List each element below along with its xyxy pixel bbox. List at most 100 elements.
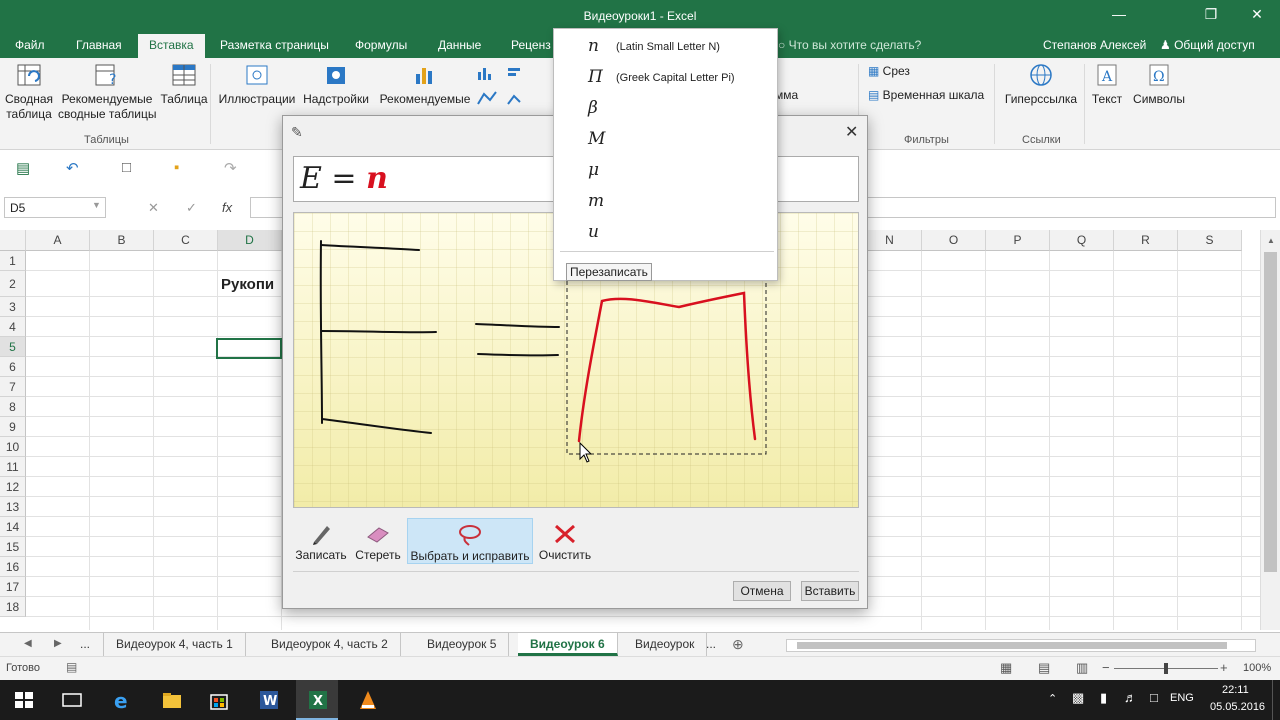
cancel-button[interactable]: Отмена — [733, 581, 791, 601]
slicer-button[interactable]: ▦ Срез — [868, 64, 910, 78]
row-header[interactable]: 13 — [0, 497, 26, 517]
row-header[interactable]: 9 — [0, 417, 26, 437]
sheet-overflow-left[interactable]: ... — [68, 633, 102, 656]
column-header[interactable]: S — [1178, 230, 1242, 251]
hyperlink-button[interactable]: Гиперссылка — [1002, 58, 1080, 107]
column-header[interactable]: D — [218, 230, 282, 251]
word-icon[interactable]: W — [257, 688, 281, 712]
tab-insert[interactable]: Вставка — [138, 34, 205, 58]
cancel-formula-icon[interactable]: ✕ — [148, 200, 159, 216]
select-correct-tool-button[interactable]: Выбрать и исправить — [407, 518, 533, 564]
language-indicator[interactable]: ENG — [1170, 692, 1194, 704]
next-sheet-icon[interactable]: ▶ — [54, 638, 62, 649]
addins-button[interactable]: Надстройки — [300, 58, 372, 107]
tab-formulas[interactable]: Формулы — [355, 38, 407, 52]
page-break-view-icon[interactable]: ▥ — [1076, 660, 1088, 676]
ink-letter-selected[interactable] — [577, 291, 757, 443]
column-header[interactable]: A — [26, 230, 90, 251]
rewrite-button[interactable]: Перезаписать — [566, 263, 652, 281]
prev-sheet-icon[interactable]: ◀ — [24, 638, 32, 649]
fx-button[interactable]: fx — [222, 200, 232, 215]
insert-button[interactable]: Вставить — [801, 581, 859, 601]
macro-record-icon[interactable]: ▤ — [66, 660, 77, 674]
row-header[interactable]: 10 — [0, 437, 26, 457]
chart-types-icons[interactable] — [476, 64, 556, 116]
clock-time[interactable]: 22:11 — [1222, 684, 1249, 696]
candidate-item[interactable]: m — [554, 184, 779, 215]
sheet-tab[interactable]: Видеоурок 4, часть 1 — [103, 633, 246, 656]
tab-home[interactable]: Главная — [76, 38, 122, 52]
row-header[interactable]: 18 — [0, 597, 26, 617]
horizontal-scrollbar[interactable] — [786, 639, 1256, 652]
recommended-pivot-button[interactable]: ? Рекомендуемые сводные таблицы — [58, 58, 156, 122]
name-box[interactable]: D5 — [4, 197, 106, 218]
clock-date[interactable]: 05.05.2016 — [1210, 701, 1265, 713]
network-icon[interactable]: ▩ — [1072, 690, 1084, 706]
redo-icon[interactable]: ↷ — [224, 159, 237, 177]
symbols-button[interactable]: Ω Символы — [1130, 58, 1188, 107]
excel-icon[interactable]: X — [306, 688, 330, 712]
text-button[interactable]: A Текст — [1086, 58, 1128, 107]
save-icon[interactable]: ▤ — [16, 159, 30, 177]
restore-button[interactable]: ❐ — [1196, 6, 1226, 23]
scroll-thumb[interactable] — [797, 642, 1227, 649]
column-header[interactable]: R — [1114, 230, 1178, 251]
pivot-table-button[interactable]: Сводная таблица — [2, 58, 56, 122]
zoom-slider-thumb[interactable] — [1164, 663, 1168, 674]
windows-start-icon[interactable] — [12, 688, 36, 712]
candidate-item[interactable]: u — [554, 215, 779, 246]
vlc-icon[interactable] — [356, 688, 380, 712]
scroll-up-icon[interactable]: ▲ — [1267, 236, 1275, 245]
undo-icon[interactable]: ↶ — [66, 159, 79, 177]
minimize-button[interactable]: — — [1104, 6, 1134, 22]
sheet-tab[interactable]: Видеоурок 5 — [415, 633, 510, 656]
add-sheet-icon[interactable]: ⊕ — [732, 636, 744, 653]
chevron-down-icon[interactable]: ▼ — [92, 200, 101, 210]
cell-d2[interactable]: Рукопи — [221, 276, 274, 293]
clear-tool-button[interactable]: Очистить — [535, 518, 595, 564]
share-button[interactable]: ♟ Общий доступ — [1160, 38, 1255, 52]
select-all-corner[interactable] — [0, 230, 26, 251]
timeline-button[interactable]: ▤ Временная шкала — [868, 88, 984, 102]
write-tool-button[interactable]: Записать — [291, 518, 351, 564]
candidate-item[interactable]: M — [554, 122, 779, 153]
candidate-item[interactable]: μ — [554, 153, 779, 184]
row-header[interactable]: 16 — [0, 557, 26, 577]
tab-page-layout[interactable]: Разметка страницы — [220, 38, 329, 52]
enter-formula-icon[interactable]: ✓ — [186, 200, 197, 216]
row-header[interactable]: 7 — [0, 377, 26, 397]
show-desktop-button[interactable] — [1272, 680, 1280, 720]
selected-cell-d5[interactable] — [216, 338, 282, 359]
volume-icon[interactable]: ♬ — [1124, 690, 1137, 705]
tab-review[interactable]: Реценз — [511, 38, 551, 52]
sheet-tab-active[interactable]: Видеоурок 6 — [518, 633, 618, 656]
tab-file[interactable]: Файл — [15, 38, 45, 52]
tray-chevron-icon[interactable]: ⌃ — [1048, 692, 1057, 705]
candidate-item[interactable]: n (Latin Small Letter N) — [554, 29, 779, 60]
close-window-button[interactable]: ✕ — [1242, 6, 1272, 23]
candidate-item[interactable]: Π (Greek Capital Letter Pi) — [554, 60, 779, 91]
normal-view-icon[interactable]: ▦ — [1000, 660, 1012, 676]
row-header[interactable]: 3 — [0, 297, 26, 317]
sheet-overflow-right[interactable]: ... — [694, 633, 728, 656]
row-header[interactable]: 12 — [0, 477, 26, 497]
zoom-in-icon[interactable]: + — [1220, 660, 1228, 675]
zoom-level[interactable]: 100% — [1243, 662, 1271, 674]
tab-data[interactable]: Данные — [438, 38, 481, 52]
user-name[interactable]: Степанов Алексей — [1043, 38, 1146, 52]
row-header[interactable]: 8 — [0, 397, 26, 417]
dialog-close-icon[interactable]: ✕ — [845, 122, 858, 142]
sheet-tab[interactable]: Видеоурок 4, часть 2 — [259, 633, 401, 656]
column-header[interactable]: Q — [1050, 230, 1114, 251]
file-explorer-icon[interactable] — [160, 688, 184, 712]
edge-browser-icon[interactable]: e — [110, 688, 134, 712]
row-header[interactable]: 11 — [0, 457, 26, 477]
page-layout-view-icon[interactable]: ▤ — [1038, 660, 1050, 676]
candidate-item[interactable]: β — [554, 91, 779, 122]
row-header[interactable]: 5 — [0, 337, 26, 357]
illustrations-button[interactable]: Иллюстрации — [216, 58, 298, 107]
zoom-out-icon[interactable]: − — [1102, 660, 1110, 675]
row-header[interactable]: 15 — [0, 537, 26, 557]
column-header[interactable]: C — [154, 230, 218, 251]
scroll-thumb[interactable] — [1264, 252, 1277, 572]
